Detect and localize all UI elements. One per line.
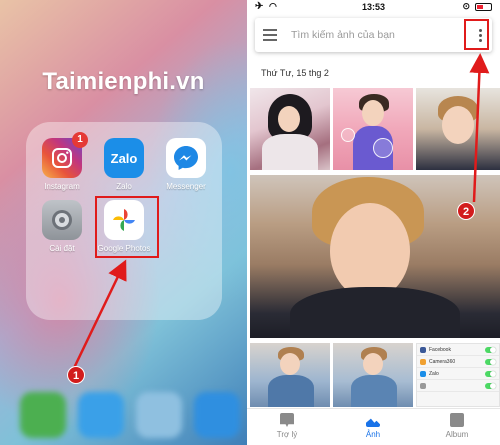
nav-label: Album <box>445 430 469 439</box>
photo-subject <box>268 375 314 407</box>
bottom-navigation: Trợ lý Ảnh Album <box>247 408 500 445</box>
notification-badge: 1 <box>72 132 88 148</box>
app-instagram[interactable]: 1 Instagram <box>34 132 90 191</box>
photo-subject <box>280 353 300 375</box>
app-label: Zalo <box>116 182 132 191</box>
photo-subject <box>362 100 384 126</box>
app-icon <box>420 382 426 389</box>
photo-thumbnail[interactable] <box>250 88 330 170</box>
settings-row-label: Camera360 <box>429 358 456 365</box>
zalo-logo-text: Zalo <box>110 150 138 166</box>
photo-subject <box>290 287 460 338</box>
photo-subject <box>278 106 300 132</box>
album-icon <box>450 413 464 427</box>
photo-thumbnail[interactable] <box>416 88 500 170</box>
google-photos-highlight <box>95 196 159 258</box>
photo-subject <box>262 134 318 170</box>
photo-large[interactable] <box>250 175 500 338</box>
toggle-switch <box>485 382 496 389</box>
photo-subject <box>442 106 474 144</box>
toggle-switch <box>485 346 496 353</box>
dock-app-icon[interactable] <box>136 392 182 438</box>
camera-icon <box>420 358 426 365</box>
photo-subject <box>330 203 410 299</box>
menu-icon[interactable] <box>255 18 285 52</box>
search-input[interactable]: Tìm kiếm ảnh của bạn <box>291 29 468 41</box>
search-bar[interactable]: Tìm kiếm ảnh của bạn <box>255 18 492 52</box>
settings-row <box>417 380 499 392</box>
assistant-icon <box>280 413 294 427</box>
settings-row-label: Facebook <box>429 346 451 353</box>
nav-label: Ảnh <box>365 430 381 439</box>
app-settings[interactable]: Cài đặt <box>34 200 90 253</box>
photo-thumbnail[interactable] <box>333 88 413 170</box>
app-messenger[interactable]: Messenger <box>158 138 214 191</box>
photo-icon <box>366 413 380 427</box>
photo-subject <box>341 128 355 142</box>
date-header: Thứ Tư, 15 thg 2 <box>261 68 329 78</box>
more-options-highlight <box>464 19 489 50</box>
dock-app-icon[interactable] <box>194 392 240 438</box>
app-zalo[interactable]: Zalo Zalo <box>96 138 152 191</box>
instagram-icon: 1 <box>42 132 88 178</box>
settings-row-label: Zalo <box>429 370 439 377</box>
step-1-badge: 1 <box>67 366 85 384</box>
photo-subject <box>373 138 393 158</box>
settings-row: Facebook <box>417 344 499 356</box>
dock-app-icon[interactable] <box>78 392 124 438</box>
nav-label: Trợ lý <box>276 430 298 439</box>
facebook-icon <box>420 346 426 353</box>
zalo-icon <box>420 370 426 377</box>
orientation-lock-icon: ⊙ <box>462 1 470 11</box>
zalo-icon: Zalo <box>104 138 144 178</box>
photo-subject <box>363 353 383 375</box>
battery-icon <box>475 3 492 11</box>
app-label: Cài đặt <box>49 244 75 253</box>
watermark-brand: Taimienphi.vn <box>42 68 205 95</box>
dock-app-icon[interactable] <box>20 392 66 438</box>
settings-row: Camera360 <box>417 356 499 368</box>
app-label: Instagram <box>44 182 80 191</box>
screenshot-thumbnail[interactable]: Facebook Camera360 Zalo <box>416 343 500 407</box>
photo-subject <box>351 375 397 407</box>
nav-albums[interactable]: Album <box>427 413 487 439</box>
nav-photos[interactable]: Ảnh <box>343 413 403 439</box>
settings-row: Zalo <box>417 368 499 380</box>
photo-thumbnail[interactable] <box>333 343 413 407</box>
photo-thumbnail[interactable] <box>250 343 330 407</box>
toggle-switch <box>485 370 496 377</box>
step-2-badge: 2 <box>457 202 475 220</box>
ios-home-screen: Taimienphi.vn 1 Instagram Zalo Zalo Mess… <box>0 0 247 445</box>
app-label: Messenger <box>166 182 206 191</box>
gear-icon <box>42 200 82 240</box>
status-bar: ✈ ◠ 13:53 ⊙ <box>247 0 500 14</box>
toggle-switch <box>485 358 496 365</box>
messenger-icon <box>166 138 206 178</box>
google-photos-screen: ✈ ◠ 13:53 ⊙ Tìm kiếm ảnh của bạn Thứ Tư,… <box>247 0 500 445</box>
nav-assistant[interactable]: Trợ lý <box>257 413 317 439</box>
